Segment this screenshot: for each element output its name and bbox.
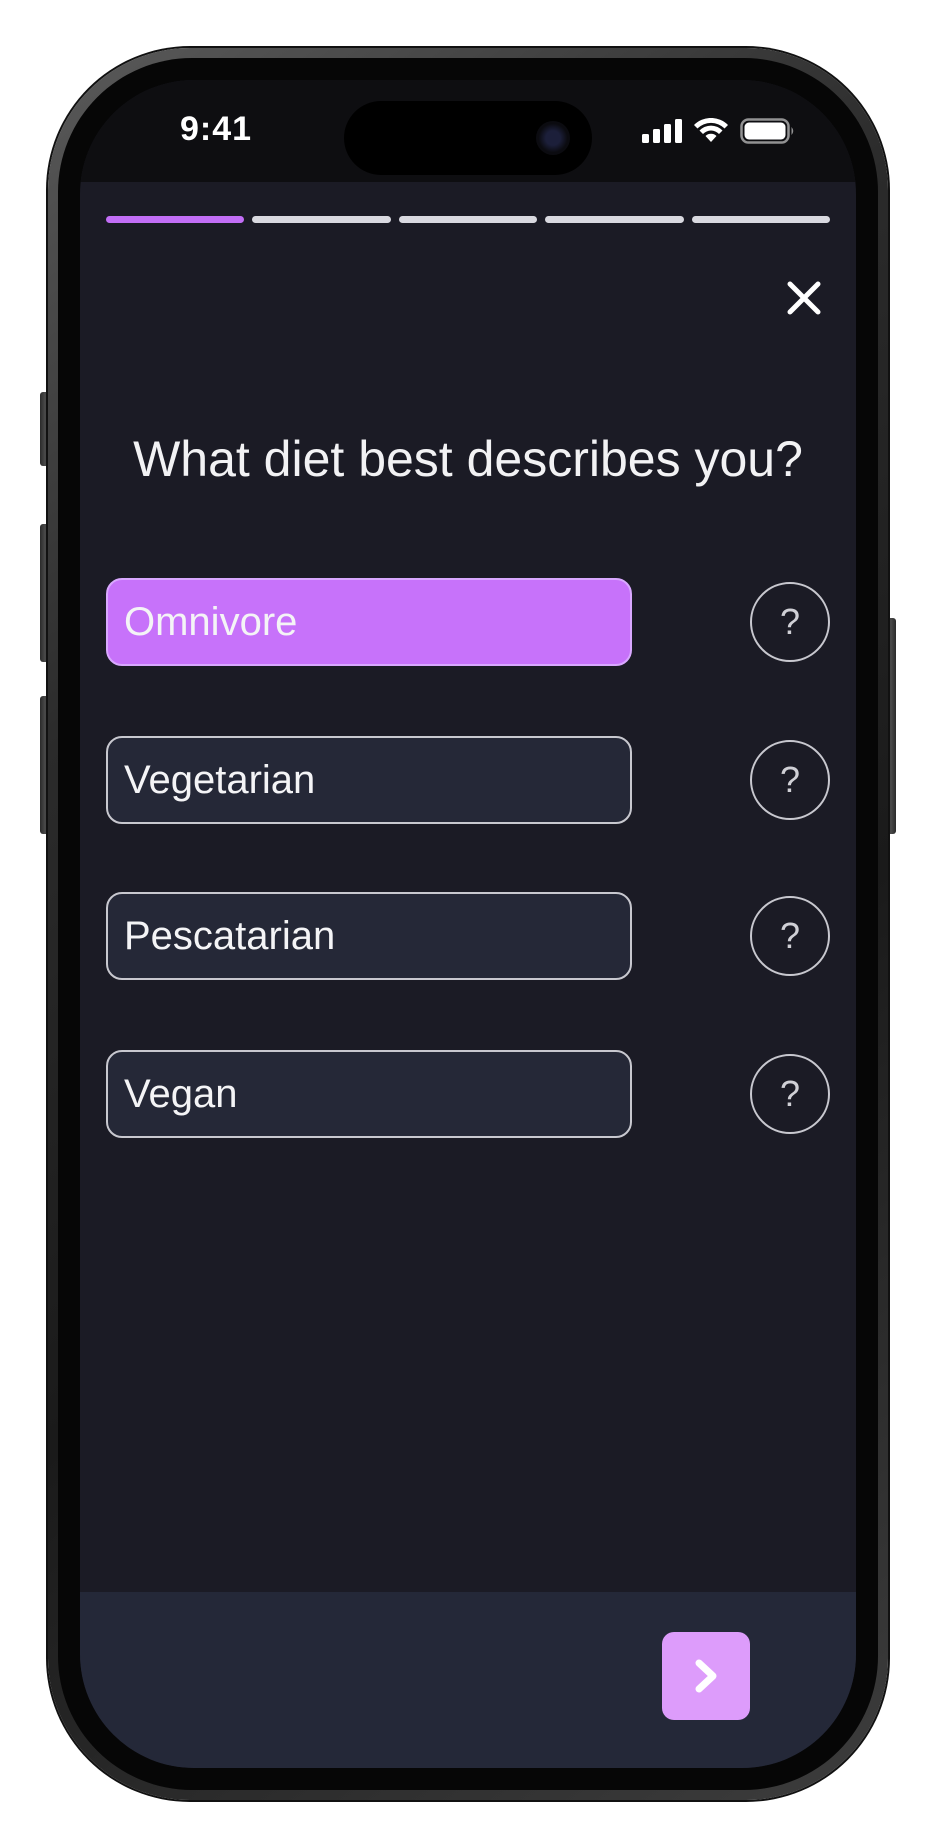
help-button-vegan[interactable]: ? xyxy=(750,1054,830,1134)
option-omnivore[interactable]: Omnivore xyxy=(106,578,632,666)
option-label: Vegan xyxy=(124,1071,238,1116)
option-vegetarian[interactable]: Vegetarian xyxy=(106,736,632,824)
option-label: Vegetarian xyxy=(124,757,316,802)
dynamic-island xyxy=(344,101,592,175)
question-mark-icon: ? xyxy=(779,915,801,956)
battery-icon xyxy=(740,118,794,144)
progress-segment xyxy=(398,216,538,223)
question-mark-icon: ? xyxy=(779,759,801,800)
device-page: 9:41 What diet best describes you? Omniv… xyxy=(0,0,936,1845)
progress-segment xyxy=(252,216,391,223)
progress-bar xyxy=(106,216,831,223)
progress-segment xyxy=(106,216,245,223)
status-time: 9:41 xyxy=(180,110,253,148)
status-icons xyxy=(642,118,796,144)
close-button[interactable] xyxy=(782,276,826,320)
question-title: What diet best describes you? xyxy=(133,431,803,487)
bottom-bar xyxy=(80,1592,856,1768)
help-button-pescatarian[interactable]: ? xyxy=(750,896,830,976)
question-mark-icon: ? xyxy=(779,601,801,642)
next-button[interactable] xyxy=(662,1632,750,1720)
close-icon xyxy=(787,281,821,315)
chevron-right-icon xyxy=(695,1659,717,1693)
front-camera xyxy=(536,121,570,155)
progress-segment xyxy=(545,216,684,223)
help-button-omnivore[interactable]: ? xyxy=(750,582,830,662)
progress-segment xyxy=(691,216,831,223)
wifi-icon xyxy=(694,118,728,142)
question-mark-icon: ? xyxy=(779,1073,801,1114)
option-label: Omnivore xyxy=(124,599,298,644)
option-pescatarian[interactable]: Pescatarian xyxy=(106,892,632,980)
status-bar: 9:41 xyxy=(80,80,856,182)
option-label: Pescatarian xyxy=(124,913,336,958)
app-screen: 9:41 What diet best describes you? Omniv… xyxy=(80,80,856,1768)
signal-icon xyxy=(642,119,682,143)
option-vegan[interactable]: Vegan xyxy=(106,1050,632,1138)
help-button-vegetarian[interactable]: ? xyxy=(750,740,830,820)
